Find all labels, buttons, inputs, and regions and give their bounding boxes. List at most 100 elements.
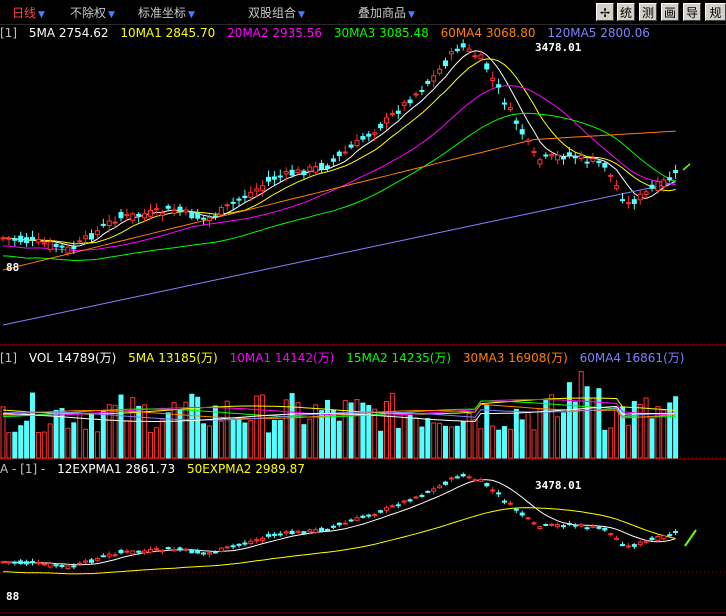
price-candle [53,243,59,247]
expma-candle [207,552,212,555]
expma-candle [277,533,283,536]
price-candle [59,245,65,248]
volume-bar [59,408,65,459]
volume-bar [496,429,502,459]
volume-bar [6,432,12,459]
price-candle [507,107,513,111]
volume-bar [24,420,30,459]
volume-bar [378,430,384,459]
price-candle [519,129,525,135]
expma-candle [484,483,490,487]
volume-bar [531,429,537,459]
volume-bar [443,425,448,459]
expma-candle [561,525,566,528]
expma-candle [472,479,478,482]
expma-candle [590,525,596,528]
price-candle [289,169,295,176]
expma-candle [171,548,177,552]
volume-bar [277,419,283,459]
volume-bar [283,399,289,459]
price-candle [130,213,136,221]
price-candle [41,242,47,245]
volume-bar [142,404,148,459]
volume-bar [260,394,266,459]
expma-candle [18,560,24,564]
price-candle [159,212,165,216]
stock-chart-canvas[interactable]: 3478.01 88 3478.01 88 [0,0,726,616]
volume-bar [614,407,620,459]
price-candle [437,68,443,74]
price-candle [207,217,212,222]
expma-candle [620,544,625,547]
volume-bar [201,423,207,459]
price-candle [6,237,12,240]
price-candle [18,235,24,243]
price-candle [342,151,348,154]
volume-bar [448,426,454,459]
price-candle [118,212,124,219]
price-candle [378,123,384,129]
expma-candle [478,478,484,482]
expma-candle [177,547,183,551]
volume-bar [519,419,525,459]
price-candle [372,132,378,135]
expma-candle [525,517,531,520]
expma-candle [165,547,171,550]
expma-candle [71,565,77,568]
expma-candle [460,473,466,477]
volume-bar [490,425,496,459]
expma-candle [283,531,289,534]
expma-candle [366,514,372,517]
volume-bar [313,404,319,459]
volume-bar [525,412,531,459]
price-candle [242,195,248,199]
expma-candle [378,510,384,513]
expma-candle [336,522,342,526]
price-candle [478,54,484,60]
volume-bar [248,420,254,459]
volume-bar [649,418,655,459]
price-candle [643,191,649,195]
ema50-line [2,507,676,575]
expma-candle [100,555,106,558]
expma-candle [342,522,348,525]
price-candle [549,154,555,157]
volume-bar [537,408,543,459]
expma-candle [325,528,330,532]
expma-candle [507,502,513,505]
expma-candle [348,519,354,522]
price-candle [637,193,643,201]
volume-bar [366,405,372,459]
expma-candle [431,488,437,492]
price-candle [561,156,566,160]
volume-bar [319,410,325,459]
price-candle [572,155,578,159]
expma-candle [584,527,590,530]
price-candle [283,171,289,175]
expma-candle [271,533,277,536]
price-candle [354,139,360,147]
volume-bar [89,412,94,459]
price-candle [631,199,637,204]
expma-candle [531,522,537,525]
expma-candle [230,545,236,548]
price-candle [401,102,407,106]
price-candle [537,159,543,165]
price-candle [667,177,673,181]
price-candle [484,63,490,70]
price-candle [183,209,189,213]
price-candle [531,150,537,153]
price-candle [413,93,419,96]
price-candle [525,139,531,143]
price-candle [83,235,89,240]
price-candle [171,209,177,214]
volume-bar [165,412,171,459]
volume-bar [301,424,307,459]
expma-candle [159,550,165,553]
expma-candle [94,558,100,561]
price-candle [77,240,83,243]
price-candle [502,102,507,105]
volume-bar [218,420,224,459]
price-candle [100,223,106,226]
volume-bar [437,422,443,459]
